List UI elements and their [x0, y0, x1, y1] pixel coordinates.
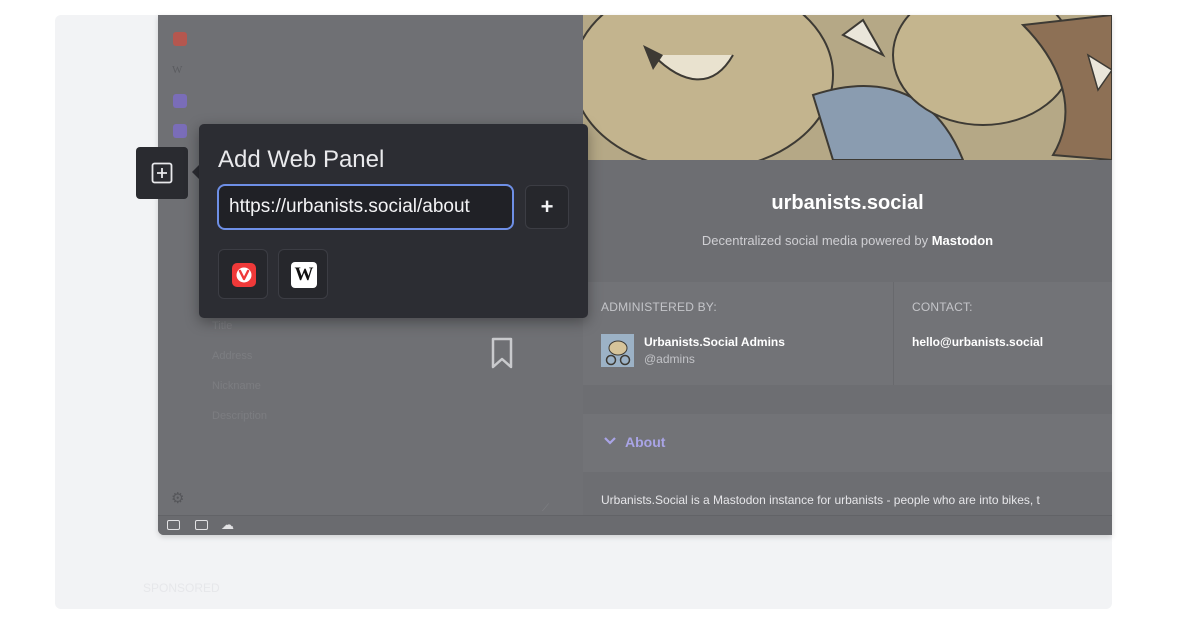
- add-panel-icon: [151, 162, 173, 184]
- nickname-label: Nickname: [212, 380, 261, 392]
- site-subtitle: Decentralized social media powered by Ma…: [583, 233, 1112, 248]
- add-panel-button[interactable]: +: [525, 185, 569, 229]
- about-label[interactable]: About: [625, 434, 665, 450]
- status-bar: ☁: [158, 515, 1112, 535]
- vivaldi-preset-button[interactable]: [218, 249, 268, 299]
- info-box: ADMINISTERED BY: Urbanists.Social Admins…: [583, 282, 1112, 385]
- url-input[interactable]: [217, 184, 514, 230]
- mastodon-panel-icon[interactable]: [173, 94, 187, 108]
- site-title: urbanists.social: [771, 192, 924, 214]
- avatar[interactable]: [601, 334, 634, 367]
- subtitle-text: Decentralized social media powered by: [701, 233, 929, 248]
- contact-email[interactable]: hello@urbanists.social: [912, 335, 1043, 349]
- contact-heading: CONTACT:: [912, 300, 973, 314]
- tiling-icon[interactable]: [195, 520, 208, 530]
- add-web-panel-button[interactable]: [136, 147, 188, 199]
- address-label: Address: [212, 350, 253, 362]
- contact-section: CONTACT: hello@urbanists.social: [894, 282, 1112, 385]
- title-label: Title: [212, 320, 233, 332]
- admin-handle[interactable]: @admins: [644, 352, 695, 366]
- popup-title: Add Web Panel: [218, 146, 385, 173]
- gear-icon[interactable]: ⚙: [171, 489, 184, 507]
- resize-grip-icon[interactable]: ⟋: [542, 503, 549, 514]
- admin-name[interactable]: Urbanists.Social Admins: [644, 335, 785, 349]
- chevron-down-icon: [604, 437, 616, 445]
- about-section[interactable]: About: [583, 414, 1112, 472]
- wikipedia-preset-button[interactable]: W: [278, 249, 328, 299]
- administered-by-section: ADMINISTERED BY: Urbanists.Social Admins…: [583, 282, 894, 385]
- add-web-panel-popup: Add Web Panel + W: [199, 124, 588, 318]
- watermark: SPONSORED: [143, 581, 220, 595]
- administered-by-heading: ADMINISTERED BY:: [601, 300, 717, 314]
- bookmark-icon[interactable]: [491, 337, 513, 369]
- panel-toggle-icon[interactable]: [167, 520, 180, 530]
- wikipedia-panel-icon[interactable]: W: [172, 64, 182, 76]
- cloud-icon[interactable]: ☁: [221, 517, 234, 533]
- popup-arrow: [192, 165, 199, 179]
- vivaldi-panel-icon[interactable]: [173, 32, 187, 46]
- mastodon-panel-icon[interactable]: [173, 124, 187, 138]
- description-label: Description: [212, 410, 268, 422]
- web-content: urbanists.social Decentralized social me…: [583, 15, 1112, 515]
- about-text: Urbanists.Social is a Mastodon instance …: [601, 493, 1040, 507]
- mastodon-link[interactable]: Mastodon: [932, 233, 993, 248]
- vivaldi-icon: [232, 263, 256, 287]
- wikipedia-icon: W: [291, 262, 317, 288]
- hero-illustration: [583, 15, 1112, 160]
- panel-strip: W ⚙: [158, 15, 202, 515]
